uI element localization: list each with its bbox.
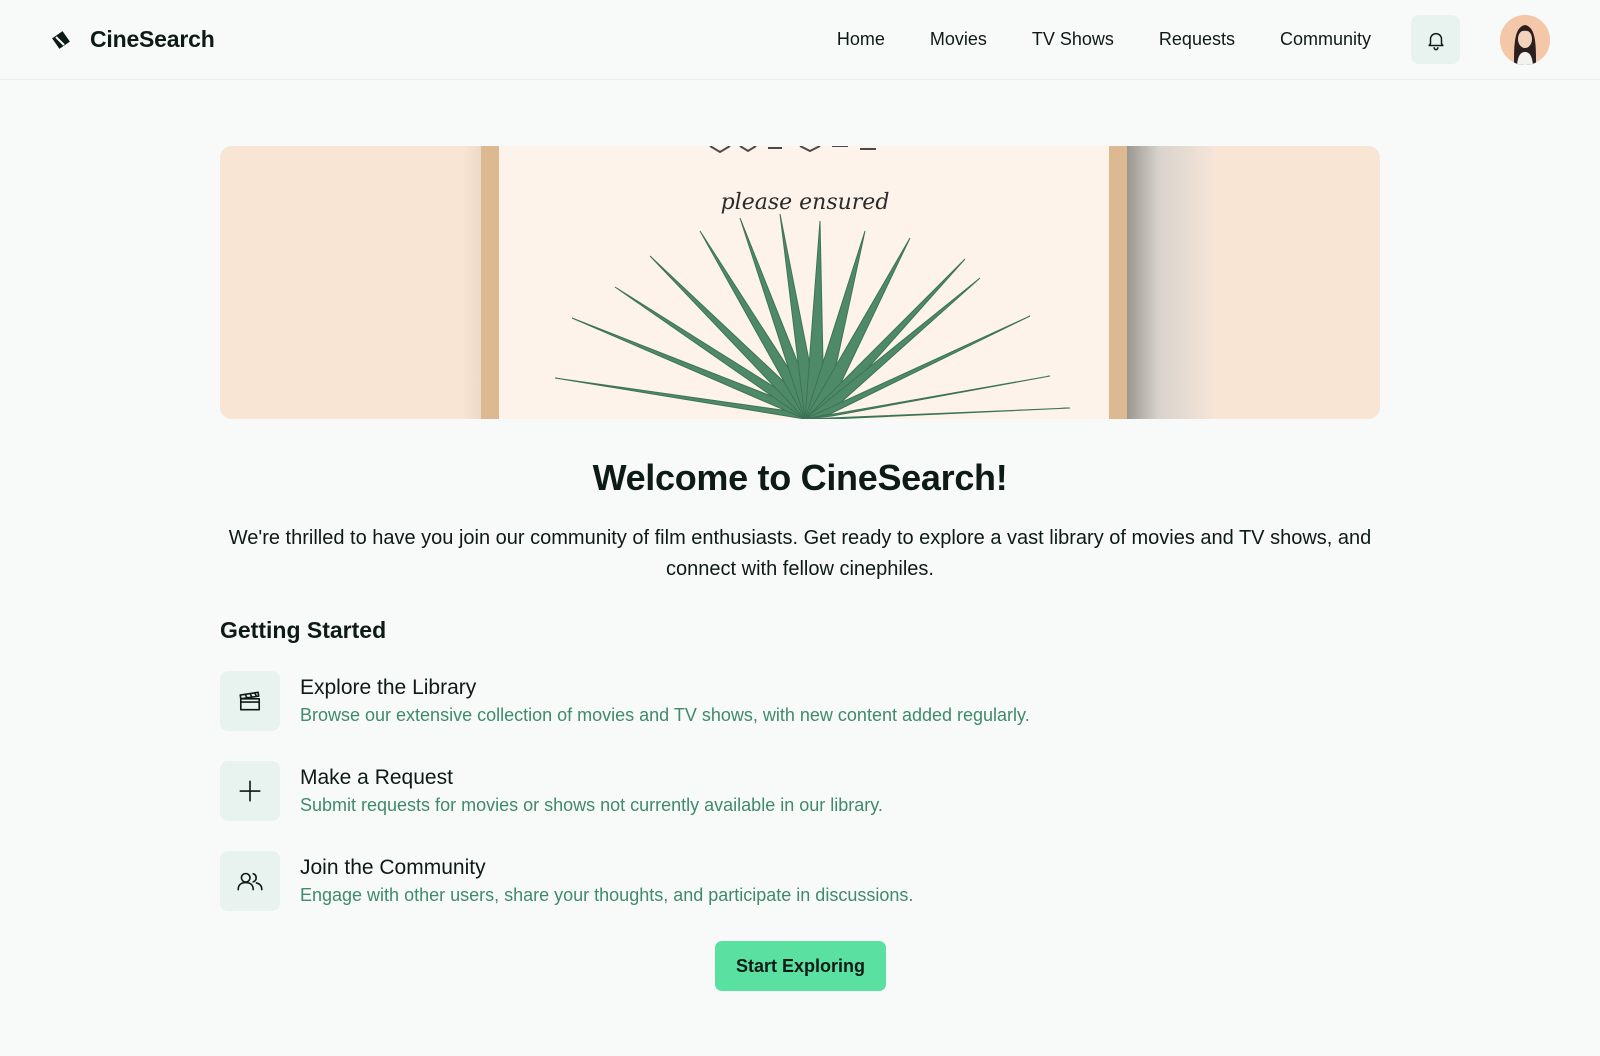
avatar-portrait <box>1500 14 1550 65</box>
step-explore-library: Explore the Library Browse our extensive… <box>220 671 1380 761</box>
brand-logo[interactable]: CineSearch <box>50 26 215 53</box>
card-script-text: please ensured <box>721 190 890 215</box>
start-exploring-button[interactable]: Start Exploring <box>715 941 886 991</box>
nav-community[interactable]: Community <box>1280 29 1371 50</box>
notifications-button[interactable] <box>1411 15 1460 64</box>
nav-home[interactable]: Home <box>837 29 885 50</box>
step-make-request: Make a Request Submit requests for movie… <box>220 761 1380 851</box>
step-title: Explore the Library <box>300 676 477 699</box>
step-description: Browse our extensive collection of movie… <box>300 705 1030 725</box>
step-description: Engage with other users, share your thou… <box>300 885 914 905</box>
clapperboard-icon <box>220 671 280 731</box>
plus-icon <box>220 761 280 821</box>
getting-started-title: Getting Started <box>220 617 387 643</box>
step-description: Submit requests for movies or shows not … <box>300 795 883 815</box>
user-avatar[interactable] <box>1500 14 1550 65</box>
bell-icon <box>1427 32 1444 50</box>
hero-banner: please ensured <box>220 146 1380 419</box>
welcome-intro: We're thrilled to have you join our comm… <box>228 527 1372 580</box>
step-title: Join the Community <box>300 856 486 879</box>
users-icon <box>220 851 280 911</box>
palm-leaf-welcome-card: please ensured <box>220 146 1380 419</box>
nav-movies[interactable]: Movies <box>930 29 987 50</box>
step-join-community: Join the Community Engage with other use… <box>220 851 1380 941</box>
brand-name: CineSearch <box>90 26 215 52</box>
getting-started-list: Explore the Library Browse our extensive… <box>220 671 1380 941</box>
nav-tv-shows[interactable]: TV Shows <box>1032 29 1114 50</box>
top-navbar: CineSearch Home Movies TV Shows Requests… <box>0 0 1600 80</box>
nav-requests[interactable]: Requests <box>1159 29 1235 50</box>
main-nav: Home Movies TV Shows Requests Community <box>837 29 1371 50</box>
welcome-title: Welcome to CineSearch! <box>592 457 1008 498</box>
ticket-icon <box>50 29 72 51</box>
step-title: Make a Request <box>300 766 453 789</box>
